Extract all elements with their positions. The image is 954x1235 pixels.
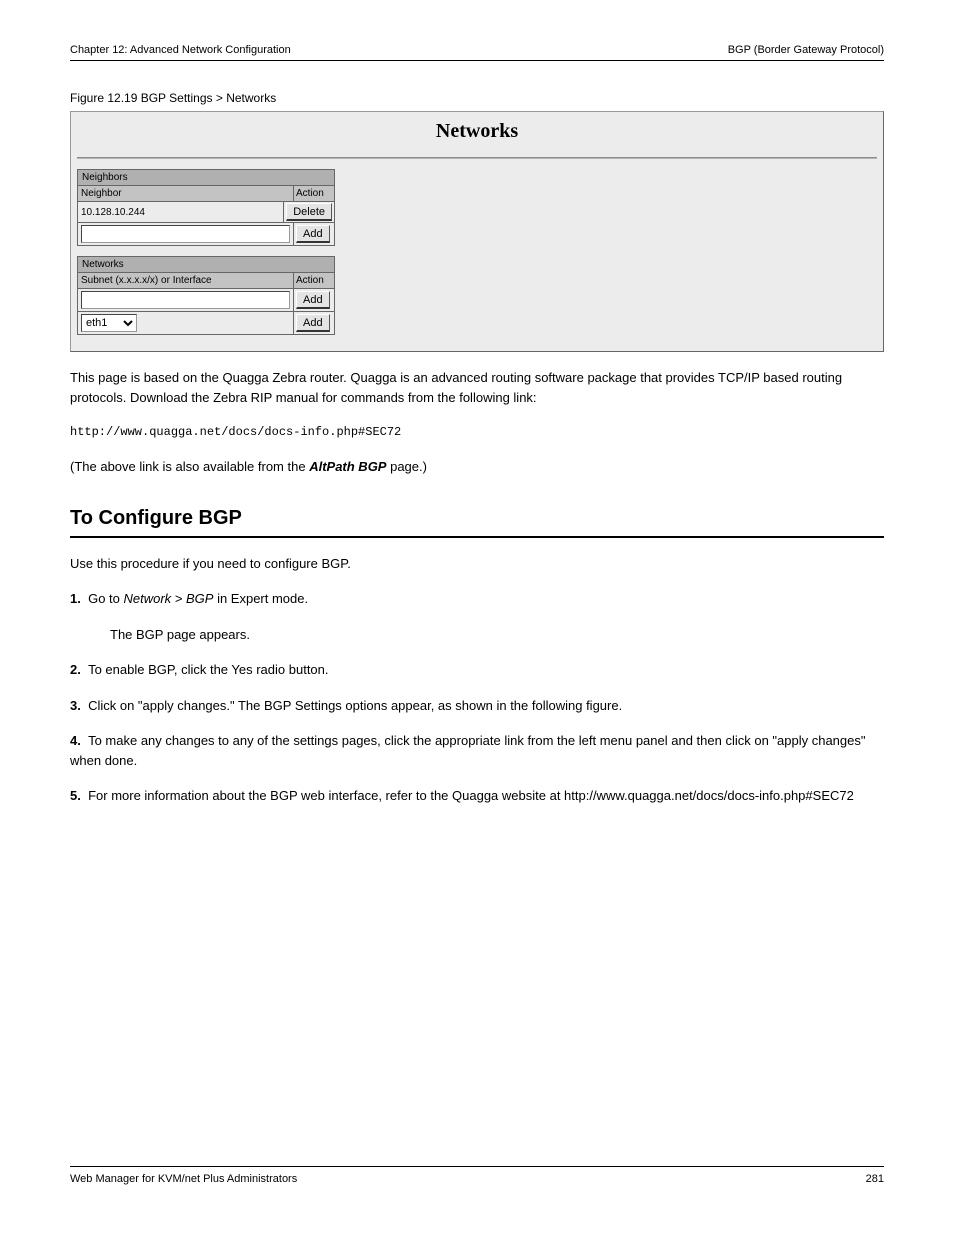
section-intro: Use this procedure if you need to config… (70, 554, 884, 574)
step-5-num: 5. (70, 788, 81, 803)
neighbors-col-left: Neighbor (78, 186, 294, 202)
step-4-num: 4. (70, 733, 81, 748)
step-1-a: Go to (88, 591, 123, 606)
section-heading: To Configure BGP (70, 507, 884, 530)
subnote-prefix: (The above link is also available from t… (70, 459, 309, 474)
step-5: 5. For more information about the BGP we… (70, 786, 884, 806)
screenshot-divider (77, 157, 877, 159)
step-5-text: For more information about the BGP web i… (88, 788, 854, 803)
step-2-num: 2. (70, 662, 81, 677)
networks-caption: Networks (78, 257, 334, 273)
subnote-bold: AltPath BGP (309, 459, 386, 474)
chapter-label: Chapter 12: Advanced Network Configurati… (70, 44, 291, 56)
networks-panel: Networks Subnet (x.x.x.x/x) or Interface… (77, 256, 335, 335)
interface-add-button[interactable]: Add (296, 314, 330, 332)
subnote-suffix: page.) (386, 459, 426, 474)
footer-page: 281 (866, 1173, 884, 1185)
step-4: 4. To make any changes to any of the set… (70, 731, 884, 770)
neighbor-value: 10.128.10.244 (78, 202, 284, 223)
step-3-text: Click on "apply changes." The BGP Settin… (88, 698, 622, 713)
neighbor-input[interactable] (81, 225, 290, 243)
screenshot-panel: Networks Neighbors Neighbor Action 10.12… (70, 111, 884, 352)
docs-link[interactable]: http://www.quagga.net/docs/docs-info.php… (70, 423, 884, 441)
figure-label: Figure 12.19 BGP Settings > Networks (70, 91, 884, 105)
paragraph-1: This page is based on the Quagga Zebra r… (70, 368, 884, 407)
neighbors-col-right: Action (294, 186, 334, 202)
subnet-input[interactable] (81, 291, 290, 309)
step-1: 1. Go to Network > BGP in Expert mode. (70, 589, 884, 609)
step-1-b: Network > BGP (124, 591, 214, 606)
neighbor-add-button[interactable]: Add (296, 225, 330, 243)
header-rule (70, 60, 884, 61)
step-2-text: To enable BGP, click the Yes radio butto… (88, 662, 328, 677)
footer-left: Web Manager for KVM/net Plus Administrat… (70, 1173, 297, 1185)
step-1-num: 1. (70, 591, 81, 606)
networks-col-left: Subnet (x.x.x.x/x) or Interface (78, 273, 294, 289)
step-2: 2. To enable BGP, click the Yes radio bu… (70, 660, 884, 680)
section-rule (70, 536, 884, 538)
neighbors-caption: Neighbors (78, 170, 334, 186)
step-4-text: To make any changes to any of the settin… (70, 733, 866, 768)
delete-button[interactable]: Delete (286, 203, 332, 221)
neighbors-panel: Neighbors Neighbor Action 10.128.10.244 … (77, 169, 335, 246)
interface-select[interactable]: eth1 (81, 314, 137, 332)
paragraph-subnote: (The above link is also available from t… (70, 457, 884, 477)
step-3: 3. Click on "apply changes." The BGP Set… (70, 696, 884, 716)
step-3-num: 3. (70, 698, 81, 713)
networks-col-right: Action (294, 273, 334, 289)
section-label: BGP (Border Gateway Protocol) (728, 44, 884, 56)
screenshot-title: Networks (436, 120, 518, 142)
step-1-cont: The BGP page appears. (110, 625, 884, 645)
step-1-c: in Expert mode. (213, 591, 308, 606)
subnet-add-button[interactable]: Add (296, 291, 330, 309)
